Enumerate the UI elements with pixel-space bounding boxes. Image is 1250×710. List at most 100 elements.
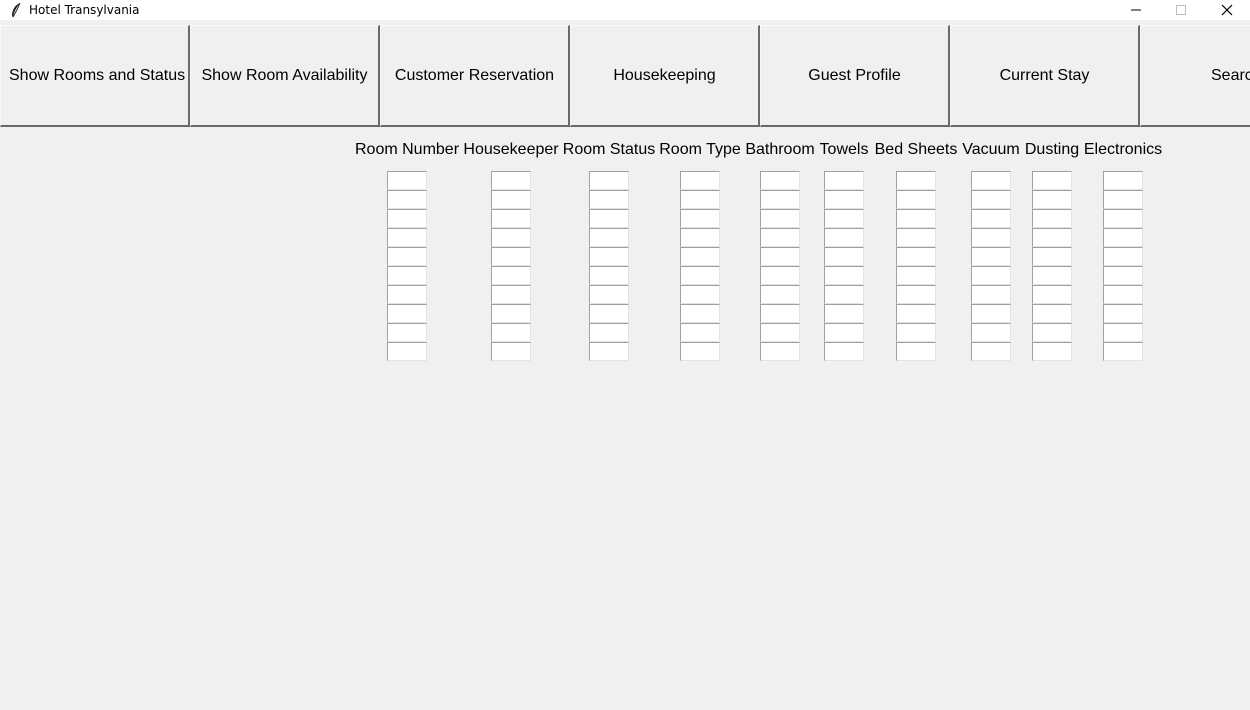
- close-button[interactable]: [1204, 0, 1250, 20]
- table-cell-input[interactable]: [971, 342, 1011, 361]
- table-cell-input[interactable]: [1032, 323, 1072, 342]
- table-cell-input[interactable]: [589, 323, 629, 342]
- table-cell-input[interactable]: [491, 285, 531, 304]
- table-cell-input[interactable]: [971, 323, 1011, 342]
- table-cell-input[interactable]: [589, 209, 629, 228]
- table-cell-input[interactable]: [760, 247, 800, 266]
- table-cell-input[interactable]: [589, 304, 629, 323]
- table-cell-input[interactable]: [896, 228, 936, 247]
- table-cell-input[interactable]: [1103, 190, 1143, 209]
- table-cell-input[interactable]: [824, 171, 864, 190]
- table-cell-input[interactable]: [971, 247, 1011, 266]
- customer-reservation-button[interactable]: Customer Reservation: [380, 25, 570, 127]
- table-cell-input[interactable]: [896, 304, 936, 323]
- housekeeping-button[interactable]: Housekeeping: [570, 25, 760, 127]
- table-cell-input[interactable]: [896, 247, 936, 266]
- table-cell-input[interactable]: [760, 209, 800, 228]
- table-cell-input[interactable]: [971, 285, 1011, 304]
- table-cell-input[interactable]: [1103, 285, 1143, 304]
- table-cell-input[interactable]: [760, 228, 800, 247]
- table-cell-input[interactable]: [1032, 190, 1072, 209]
- table-cell-input[interactable]: [896, 171, 936, 190]
- table-cell-input[interactable]: [971, 190, 1011, 209]
- table-cell-input[interactable]: [1032, 209, 1072, 228]
- table-cell-input[interactable]: [1103, 323, 1143, 342]
- table-cell-input[interactable]: [971, 304, 1011, 323]
- table-cell-input[interactable]: [491, 171, 531, 190]
- table-cell-input[interactable]: [680, 285, 720, 304]
- table-cell-input[interactable]: [971, 209, 1011, 228]
- table-cell-input[interactable]: [491, 323, 531, 342]
- table-cell-input[interactable]: [491, 209, 531, 228]
- table-cell-input[interactable]: [971, 171, 1011, 190]
- table-cell-input[interactable]: [589, 342, 629, 361]
- table-cell-input[interactable]: [589, 171, 629, 190]
- table-cell-input[interactable]: [1032, 247, 1072, 266]
- table-cell-input[interactable]: [760, 323, 800, 342]
- table-cell-input[interactable]: [1032, 228, 1072, 247]
- table-cell-input[interactable]: [1103, 228, 1143, 247]
- table-cell-input[interactable]: [1032, 304, 1072, 323]
- table-cell-input[interactable]: [896, 285, 936, 304]
- table-cell-input[interactable]: [589, 285, 629, 304]
- table-cell-input[interactable]: [387, 323, 427, 342]
- table-cell-input[interactable]: [387, 247, 427, 266]
- table-cell-input[interactable]: [680, 247, 720, 266]
- table-cell-input[interactable]: [971, 266, 1011, 285]
- table-cell-input[interactable]: [680, 342, 720, 361]
- table-cell-input[interactable]: [1103, 171, 1143, 190]
- table-cell-input[interactable]: [387, 342, 427, 361]
- table-cell-input[interactable]: [824, 209, 864, 228]
- table-cell-input[interactable]: [1032, 266, 1072, 285]
- table-cell-input[interactable]: [491, 228, 531, 247]
- table-cell-input[interactable]: [387, 209, 427, 228]
- table-cell-input[interactable]: [1032, 342, 1072, 361]
- table-cell-input[interactable]: [824, 266, 864, 285]
- table-cell-input[interactable]: [1103, 247, 1143, 266]
- table-cell-input[interactable]: [824, 228, 864, 247]
- table-cell-input[interactable]: [680, 323, 720, 342]
- table-cell-input[interactable]: [589, 266, 629, 285]
- current-stay-button[interactable]: Current Stay: [950, 25, 1140, 127]
- table-cell-input[interactable]: [896, 323, 936, 342]
- table-cell-input[interactable]: [896, 209, 936, 228]
- table-cell-input[interactable]: [760, 171, 800, 190]
- table-cell-input[interactable]: [824, 304, 864, 323]
- table-cell-input[interactable]: [896, 266, 936, 285]
- table-cell-input[interactable]: [680, 190, 720, 209]
- table-cell-input[interactable]: [589, 228, 629, 247]
- table-cell-input[interactable]: [491, 247, 531, 266]
- table-cell-input[interactable]: [491, 266, 531, 285]
- table-cell-input[interactable]: [760, 304, 800, 323]
- table-cell-input[interactable]: [387, 190, 427, 209]
- table-cell-input[interactable]: [680, 209, 720, 228]
- table-cell-input[interactable]: [680, 266, 720, 285]
- table-cell-input[interactable]: [760, 190, 800, 209]
- table-cell-input[interactable]: [387, 266, 427, 285]
- table-cell-input[interactable]: [491, 190, 531, 209]
- table-cell-input[interactable]: [680, 228, 720, 247]
- table-cell-input[interactable]: [824, 190, 864, 209]
- search-button[interactable]: Search: [1140, 25, 1250, 127]
- table-cell-input[interactable]: [1103, 266, 1143, 285]
- table-cell-input[interactable]: [491, 304, 531, 323]
- table-cell-input[interactable]: [760, 285, 800, 304]
- show-rooms-and-status-button[interactable]: Show Rooms and Status: [0, 25, 190, 127]
- table-cell-input[interactable]: [680, 304, 720, 323]
- table-cell-input[interactable]: [760, 342, 800, 361]
- table-cell-input[interactable]: [971, 228, 1011, 247]
- table-cell-input[interactable]: [824, 342, 864, 361]
- table-cell-input[interactable]: [387, 228, 427, 247]
- table-cell-input[interactable]: [491, 342, 531, 361]
- table-cell-input[interactable]: [1032, 285, 1072, 304]
- table-cell-input[interactable]: [896, 342, 936, 361]
- table-cell-input[interactable]: [589, 247, 629, 266]
- minimize-button[interactable]: [1113, 0, 1159, 20]
- table-cell-input[interactable]: [760, 266, 800, 285]
- maximize-button[interactable]: [1158, 0, 1204, 20]
- table-cell-input[interactable]: [1032, 171, 1072, 190]
- table-cell-input[interactable]: [1103, 304, 1143, 323]
- table-cell-input[interactable]: [387, 304, 427, 323]
- guest-profile-button[interactable]: Guest Profile: [760, 25, 950, 127]
- table-cell-input[interactable]: [680, 171, 720, 190]
